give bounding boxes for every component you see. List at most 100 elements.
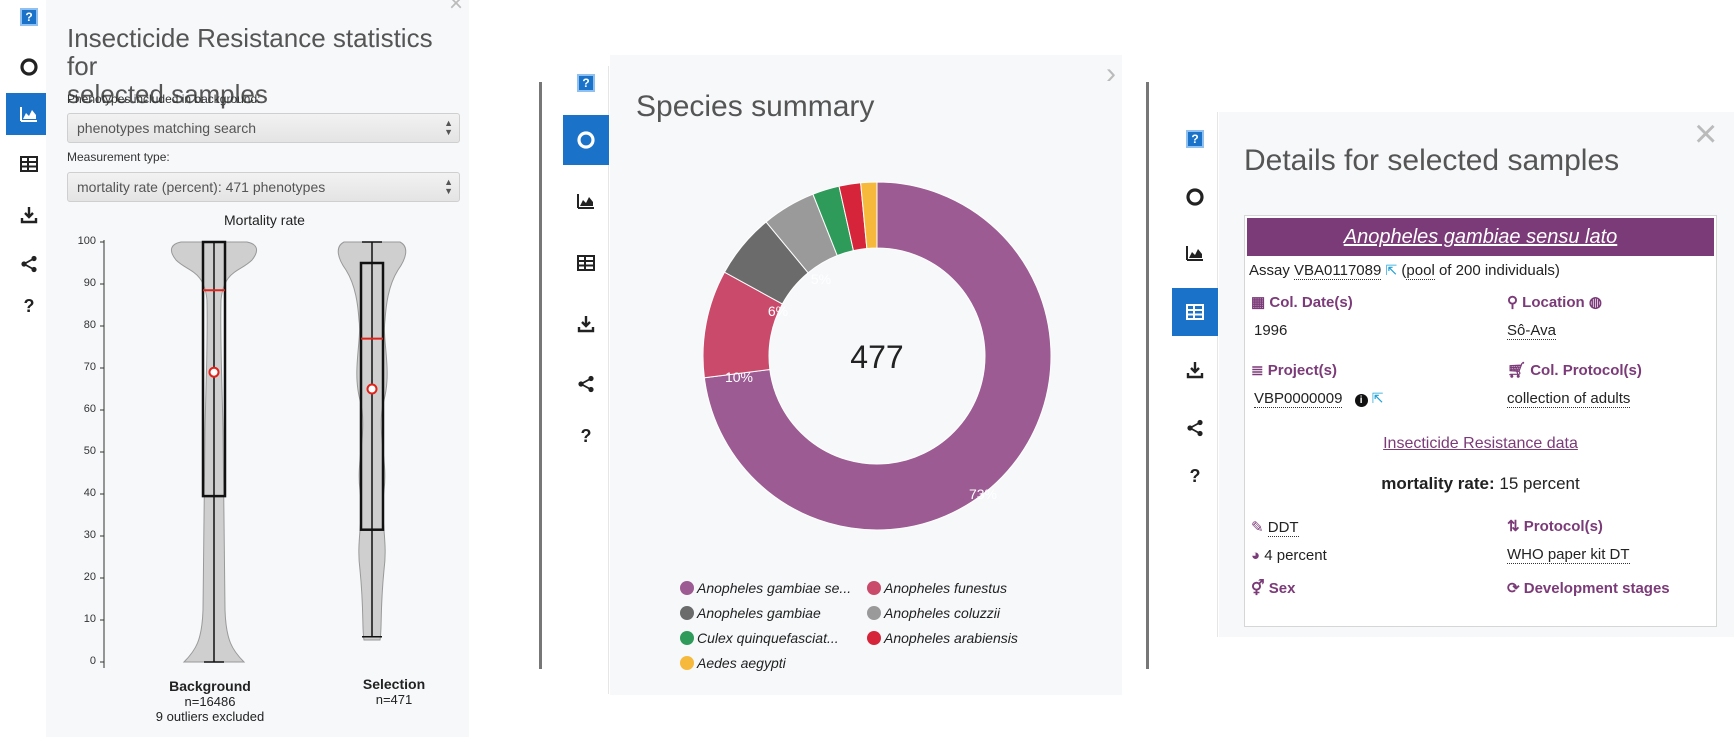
project-link[interactable]: VBP0000009: [1254, 390, 1343, 408]
y-tick-label: 10: [83, 613, 96, 625]
share-icon: [21, 255, 37, 273]
tab-species-summary[interactable]: [563, 115, 609, 165]
y-tick-label: 100: [77, 235, 96, 247]
middle-toolbar: ? ?: [563, 66, 609, 694]
assay-line: Assay VBA0117089 ⇱ (pool of 200 individu…: [1249, 262, 1560, 280]
insecticide-line: ✎ DDT: [1251, 518, 1299, 537]
background-label: Background n=16486 9 outliers excluded: [110, 679, 310, 725]
selection-label: Selection n=471: [294, 676, 494, 708]
legend-swatch: [680, 581, 694, 595]
col-date-heading: ▦ Col. Date(s): [1251, 294, 1353, 311]
legend-item[interactable]: Culex quinquefasciat...: [680, 630, 839, 646]
download-icon: [577, 316, 595, 333]
help-icon: ?: [577, 74, 595, 92]
legend-item[interactable]: Anopheles gambiae se...: [680, 580, 851, 596]
col-protocol-heading: 🛒︎ Col. Protocol(s): [1507, 362, 1642, 379]
mean-marker: [366, 383, 378, 395]
y-tick-label: 90: [83, 277, 96, 289]
tab-help[interactable]: ?: [563, 415, 609, 457]
projects-heading: ≣ Project(s): [1251, 362, 1337, 379]
globe-icon[interactable]: ◍: [1589, 294, 1602, 311]
location-value[interactable]: Sô-Ava: [1507, 322, 1556, 340]
question-icon: ?: [1189, 465, 1201, 486]
area-chart-icon: [577, 194, 594, 209]
phenotypes-select[interactable]: phenotypes matching search ▲ ▼: [67, 113, 460, 143]
y-tick-label: 80: [83, 319, 96, 331]
protocol-value[interactable]: WHO paper kit DT: [1507, 546, 1630, 564]
legend-item[interactable]: Anopheles funestus: [867, 580, 1007, 596]
protocols-heading: ⇅ Protocol(s): [1507, 518, 1603, 535]
chart-title: Mortality rate: [224, 212, 305, 228]
sex-heading: ⚥ Sex: [1251, 580, 1296, 597]
y-tick-label: 60: [83, 403, 96, 415]
col-date-value: 1996: [1254, 322, 1288, 339]
pool-link[interactable]: pool: [1406, 262, 1435, 280]
download-icon: [1186, 362, 1204, 379]
tab-help[interactable]: ?: [1172, 455, 1218, 497]
details-title: Details for selected samples: [1244, 144, 1620, 177]
y-tick-label: 30: [83, 529, 96, 541]
insecticide-value[interactable]: DDT: [1267, 519, 1299, 537]
assay-id-link[interactable]: VBA0117089: [1294, 262, 1382, 280]
ir-data-link[interactable]: Insecticide Resistance data: [1245, 435, 1716, 453]
sort-icon: ⇅: [1507, 518, 1520, 535]
tab-download[interactable]: [1172, 349, 1218, 391]
tab-species-summary[interactable]: [1172, 176, 1218, 218]
legend-item[interactable]: Anopheles gambiae: [680, 605, 821, 621]
refresh-icon: ⟳: [1507, 580, 1520, 597]
share-icon: [1187, 419, 1203, 437]
external-link-icon[interactable]: ⇱: [1372, 390, 1384, 406]
table-icon: [577, 255, 595, 271]
legend-swatch: [867, 581, 881, 595]
legend-swatch: [680, 631, 694, 645]
external-link-icon[interactable]: ⇱: [1386, 262, 1398, 278]
col-protocol-value[interactable]: collection of adults: [1507, 390, 1631, 408]
project-line: VBP0000009 i ⇱: [1254, 390, 1384, 408]
select-arrows-icon: ▲ ▼: [444, 177, 453, 196]
y-tick-label: 50: [83, 445, 96, 457]
tab-statistics[interactable]: [563, 180, 609, 222]
share-icon: [578, 375, 594, 393]
close-icon[interactable]: ×: [449, 0, 463, 24]
chevron-right-icon[interactable]: ›: [1106, 57, 1116, 91]
close-icon[interactable]: ×: [1694, 114, 1717, 154]
background-n: n=16486: [184, 694, 236, 709]
slice-label-gambiae: 6%: [768, 303, 788, 319]
legend-swatch: [867, 631, 881, 645]
gauge-icon: ◕: [1251, 547, 1261, 564]
donut-icon: [20, 58, 38, 76]
box-plot: [100, 240, 407, 668]
slice-label-gambiae-sl: 73%: [969, 486, 997, 502]
location-heading: ⚲ Location ◍: [1507, 294, 1602, 311]
area-chart-icon: [1186, 246, 1203, 261]
measurement-select[interactable]: mortality rate (percent): 471 phenotypes…: [67, 172, 460, 202]
help-icon: ?: [20, 8, 38, 26]
tab-share[interactable]: [563, 363, 609, 405]
info-icon[interactable]: i: [1354, 394, 1368, 407]
tab-share[interactable]: [1172, 407, 1218, 449]
legend-item[interactable]: Anopheles arabiensis: [867, 630, 1018, 646]
details-card: Anopheles gambiae sensu lato Assay VBA01…: [1244, 215, 1717, 627]
gender-icon: ⚥: [1251, 580, 1265, 597]
selection-n: n=471: [375, 692, 413, 707]
tab-table[interactable]: [563, 242, 609, 284]
database-icon: ≣: [1251, 362, 1264, 379]
legend-item[interactable]: Aedes aegypti: [680, 655, 786, 671]
statistics-panel: × Insecticide Resistance statistics for …: [46, 0, 469, 737]
help-button[interactable]: ?: [563, 66, 609, 100]
legend-swatch: [867, 606, 881, 620]
y-tick-label: 40: [83, 487, 96, 499]
help-icon: ?: [1186, 130, 1204, 148]
mean-marker: [208, 366, 220, 378]
question-icon: ?: [580, 425, 592, 446]
tab-download[interactable]: [563, 303, 609, 345]
area-chart-icon: [20, 107, 37, 122]
legend-item[interactable]: Anopheles coluzzii: [867, 605, 1000, 621]
selection-name: Selection: [362, 676, 426, 692]
cart-icon: 🛒︎: [1507, 362, 1527, 379]
tab-table[interactable]: [1172, 288, 1218, 336]
species-heading-link[interactable]: Anopheles gambiae sensu lato: [1247, 218, 1714, 256]
table-icon: [20, 156, 38, 172]
tab-statistics[interactable]: [1172, 232, 1218, 274]
help-button[interactable]: ?: [1172, 122, 1218, 156]
